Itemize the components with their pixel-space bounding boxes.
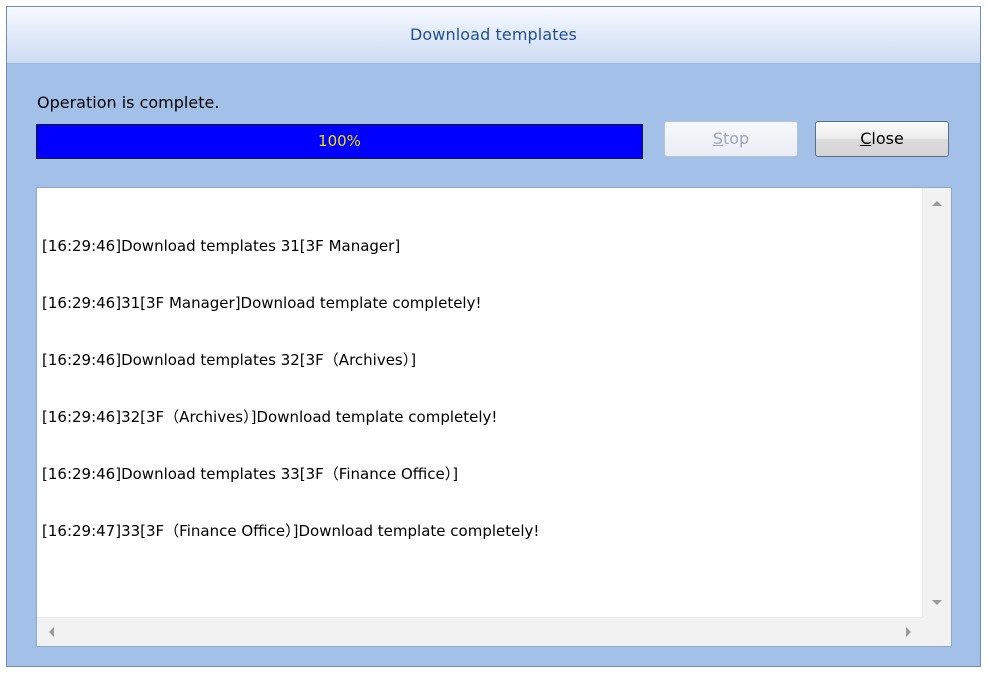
log-line: [16:29:46]Download templates 31[3F Manag… [42, 237, 401, 255]
progress-percent-label: 100% [318, 132, 361, 150]
log-line: [16:29:46]31[3F Manager]Download templat… [42, 294, 482, 312]
log-line: [16:29:47]33[3F（Finance Office）]Download… [42, 522, 540, 540]
scrollbar-corner [923, 618, 951, 646]
scroll-left-arrow-icon[interactable] [49, 627, 54, 637]
scroll-up-arrow-icon[interactable] [932, 201, 942, 206]
scroll-right-arrow-icon[interactable] [906, 627, 911, 637]
stop-button-label: top [722, 129, 750, 148]
stop-button-mnemonic: S [712, 129, 723, 148]
stop-button[interactable]: Stop [664, 121, 798, 157]
log-line: [16:29:46]32[3F（Archives）]Download templ… [42, 408, 498, 426]
close-button-label: lose [871, 129, 904, 148]
horizontal-scrollbar[interactable] [37, 617, 923, 646]
dialog-title: Download templates [410, 25, 577, 44]
download-templates-dialog: Download templates Operation is complete… [6, 6, 981, 667]
progress-bar: 100% [36, 124, 643, 159]
dialog-title-bar: Download templates [7, 7, 980, 64]
close-button-mnemonic: C [860, 129, 872, 148]
vertical-scrollbar[interactable] [922, 188, 951, 618]
log-content: [16:29:46]Download templates 31[3F Manag… [42, 199, 921, 616]
scroll-down-arrow-icon[interactable] [932, 600, 942, 605]
log-line: [16:29:46]Download templates 33[3F（Finan… [42, 465, 459, 483]
close-button[interactable]: Close [815, 121, 949, 157]
log-output-box[interactable]: [16:29:46]Download templates 31[3F Manag… [36, 187, 952, 647]
status-message: Operation is complete. [37, 93, 220, 112]
log-line: [16:29:46]Download templates 32[3F（Archi… [42, 351, 417, 369]
